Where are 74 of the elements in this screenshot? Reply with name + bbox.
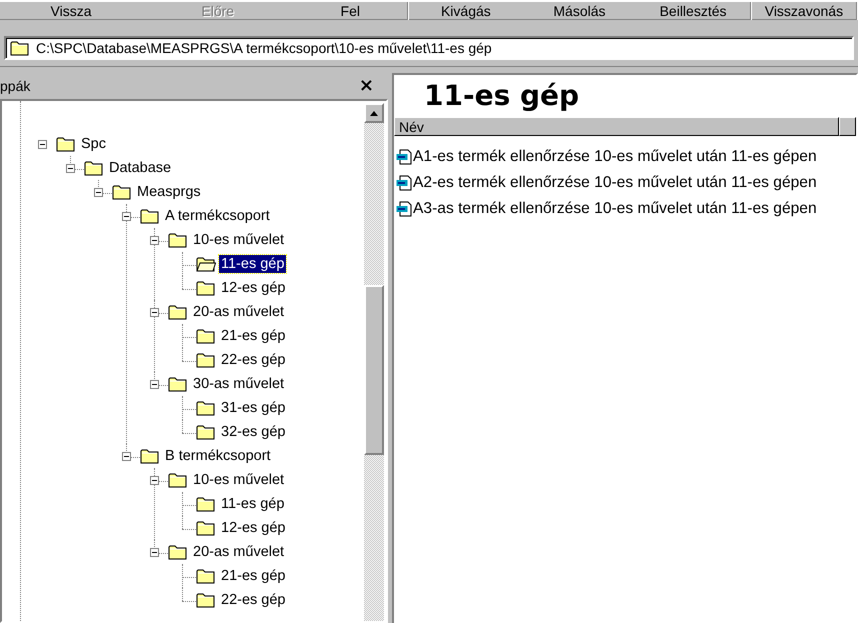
- collapse-toggle[interactable]: [66, 164, 75, 173]
- folder-icon: [140, 448, 160, 464]
- folder-icon: [56, 136, 76, 152]
- collapse-toggle[interactable]: [122, 452, 131, 461]
- open-folder-icon: [196, 256, 216, 272]
- tree-item[interactable]: 21-es gép: [219, 327, 288, 345]
- folder-icon: [168, 376, 188, 392]
- collapse-toggle[interactable]: [150, 548, 159, 557]
- collapse-toggle[interactable]: [150, 308, 159, 317]
- file-name[interactable]: A3-as termék ellenőrzése 10-es művelet után 11-es gépen: [413, 200, 817, 218]
- folder-icon: [196, 592, 216, 608]
- collapse-toggle[interactable]: [150, 380, 159, 389]
- address-field[interactable]: C:\SPC\Database\MEASPRGS\A termékcsoport\10-es művelet\11-es gép: [4, 36, 854, 60]
- tree-item[interactable]: A termékcsoport: [163, 207, 272, 225]
- folder-icon: [196, 280, 216, 296]
- tree-item[interactable]: 22-es gép: [219, 351, 288, 369]
- folder-icon: [196, 400, 216, 416]
- tree-item[interactable]: 11-es gép: [219, 255, 286, 273]
- folder-icon: [196, 568, 216, 584]
- tree-item[interactable]: Spc: [79, 135, 108, 153]
- close-button[interactable]: ×: [358, 77, 374, 95]
- tree-item[interactable]: B termékcsoport: [163, 447, 273, 465]
- collapse-toggle[interactable]: [150, 236, 159, 245]
- toolbar-button[interactable]: Vissza: [0, 2, 142, 20]
- folder-icon: [168, 304, 188, 320]
- folder-icon: [140, 208, 160, 224]
- column-header[interactable]: Név: [394, 117, 839, 136]
- tree-item[interactable]: 21-es gép: [219, 567, 288, 585]
- folder-icon: [196, 328, 216, 344]
- folder-icon: [196, 496, 216, 512]
- tree-item[interactable]: 30-as művelet: [191, 375, 286, 393]
- panel-title: ppák: [0, 78, 30, 94]
- up-arrow-icon: [370, 110, 378, 116]
- scroll-up-button[interactable]: [364, 103, 384, 123]
- address-path: C:\SPC\Database\MEASPRGS\A termékcsoport\10-es művelet\11-es gép: [36, 40, 492, 56]
- folder-icon: [84, 160, 104, 176]
- folder-icon: [168, 232, 188, 248]
- tree-item[interactable]: 31-es gép: [219, 399, 288, 417]
- folder-title: 11-es gép: [423, 78, 580, 114]
- tree-item[interactable]: 10-es művelet: [191, 471, 286, 489]
- folder-icon: [196, 424, 216, 440]
- folder-icon: [196, 352, 216, 368]
- toolbar-button[interactable]: Másolás: [522, 2, 636, 20]
- toolbar-button[interactable]: Kivágás: [409, 2, 523, 20]
- folder-icon: [168, 544, 188, 560]
- tree-item[interactable]: 20-as művelet: [191, 543, 286, 561]
- tree-item[interactable]: 12-es gép: [219, 519, 288, 537]
- program-file-icon: [396, 201, 412, 217]
- program-file-icon: [396, 175, 412, 191]
- folder-icon: [112, 184, 132, 200]
- toolbar-button[interactable]: Visszavonás: [752, 2, 856, 20]
- tree-item[interactable]: 20-as művelet: [191, 303, 286, 321]
- file-name[interactable]: A2-es termék ellenőrzése 10-es művelet után 11-es gépen: [413, 174, 817, 192]
- collapse-toggle[interactable]: [38, 140, 47, 149]
- column-header[interactable]: [839, 117, 856, 136]
- scroll-thumb[interactable]: [364, 285, 384, 455]
- tree-item[interactable]: 12-es gép: [219, 279, 288, 297]
- toolbar-button[interactable]: Beillesztés: [636, 2, 750, 20]
- tree-item[interactable]: Measprgs: [135, 183, 203, 201]
- tree-item[interactable]: 32-es gép: [219, 423, 288, 441]
- folder-icon: [196, 520, 216, 536]
- collapse-toggle[interactable]: [150, 476, 159, 485]
- tree-item[interactable]: Database: [107, 159, 174, 177]
- folder-icon: [10, 40, 30, 56]
- program-file-icon: [396, 149, 412, 165]
- tree-item[interactable]: 11-es gép: [219, 495, 286, 513]
- folder-icon: [168, 472, 188, 488]
- file-name[interactable]: A1-es termék ellenőrzése 10-es művelet után 11-es gépen: [413, 148, 817, 166]
- toolbar-button[interactable]: Fel: [293, 2, 408, 20]
- collapse-toggle[interactable]: [122, 212, 131, 221]
- collapse-toggle[interactable]: [94, 188, 103, 197]
- tree-item[interactable]: 10-es művelet: [191, 231, 286, 249]
- tree-item[interactable]: 22-es gép: [219, 591, 288, 609]
- scrollbar[interactable]: [364, 103, 384, 621]
